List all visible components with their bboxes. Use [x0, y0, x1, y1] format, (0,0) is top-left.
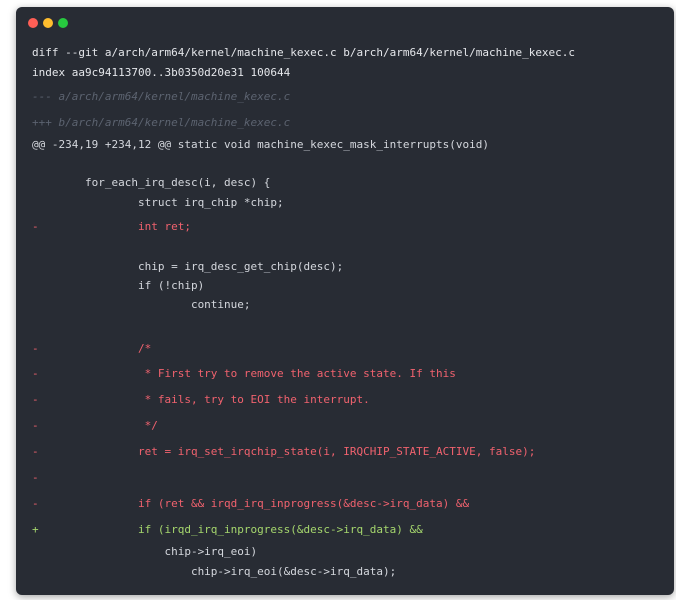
code-window: diff --git a/arch/arm64/kernel/machine_k…: [16, 7, 674, 595]
diff-line-text: if (irqd_irq_inprogress(&desc->irq_data)…: [32, 523, 423, 536]
diff-line-text: if (ret && irqd_irq_inprogress(&desc->ir…: [32, 497, 470, 510]
close-dot-icon[interactable]: [28, 18, 38, 28]
diff-line-text: chip->irq_eoi): [32, 545, 258, 558]
diff-line-text: int ret;: [32, 220, 191, 233]
window-titlebar: [16, 7, 674, 37]
diff-line-text: */: [32, 419, 158, 432]
diff-header-git: diff --git a/arch/arm64/kernel/machine_k…: [32, 46, 576, 59]
diff-line-text: * fails, try to EOI the interrupt.: [32, 393, 370, 406]
diff-line-text: continue;: [32, 298, 251, 311]
diff-line-text: for_each_irq_desc(i, desc) {: [32, 176, 271, 189]
diff-line-text: struct irq_chip *chip;: [32, 196, 284, 209]
diff-hunk-header: @@ -234,19 +234,12 @@ static void machin…: [32, 138, 489, 151]
minimize-dot-icon[interactable]: [43, 18, 53, 28]
diff-line-text: chip = irq_desc_get_chip(desc);: [32, 260, 344, 273]
diff-header-old-file: --- a/arch/arm64/kernel/machine_kexec.c: [32, 90, 291, 103]
diff-line-text: chip->irq_eoi(&desc->irq_data);: [32, 565, 397, 578]
maximize-dot-icon[interactable]: [58, 18, 68, 28]
diff-line-text: ret = irq_set_irqchip_state(i, IRQCHIP_S…: [32, 445, 536, 458]
diff-line-text: * First try to remove the active state. …: [32, 367, 456, 380]
diff-line-text: if (!chip): [32, 279, 205, 292]
diff-header-new-file: +++ b/arch/arm64/kernel/machine_kexec.c: [32, 116, 291, 129]
diff-line-text: /*: [32, 342, 152, 355]
diff-header-index: index aa9c94113700..3b0350d20e31 100644: [32, 66, 291, 79]
diff-line-sign: -: [32, 471, 39, 484]
